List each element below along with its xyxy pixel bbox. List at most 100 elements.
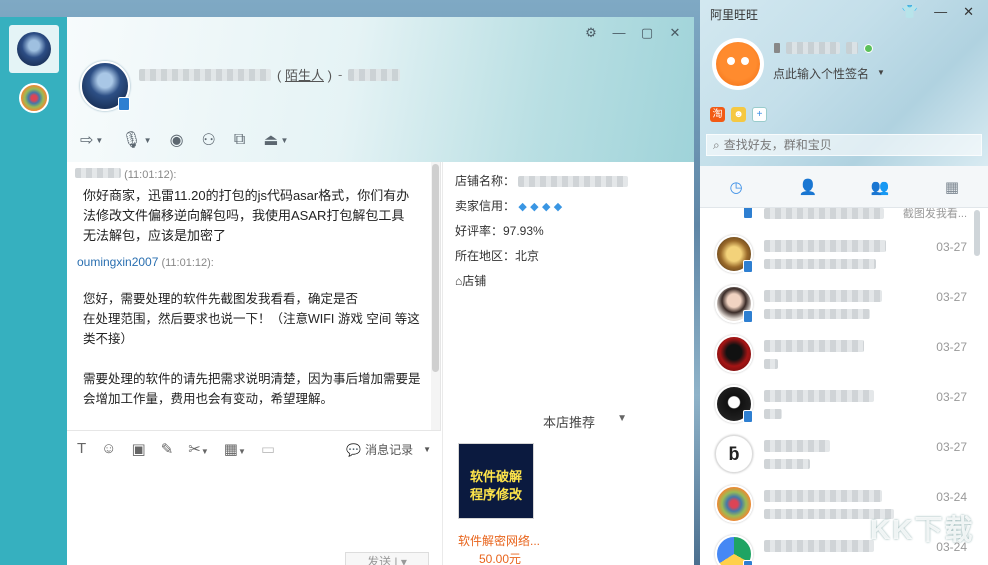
- stranger-link[interactable]: 陌生人: [285, 68, 324, 83]
- chevron-down-icon: ▼: [143, 135, 152, 145]
- minimize-icon[interactable]: —: [934, 4, 947, 20]
- taobao-icon[interactable]: 淘: [710, 107, 725, 122]
- contact-date: 03-27: [936, 290, 967, 304]
- settings-icon[interactable]: ⚙: [584, 25, 598, 41]
- product-name[interactable]: 软件解密网络...: [458, 532, 540, 549]
- chat-header: ⚙ — ▢ ✕ ( 陌生人 ) - ⇨ ▼ 🎙 ▼ ◉ ⚇ ⧉ ⏏ ▼: [67, 17, 694, 162]
- my-name-redacted: [786, 42, 840, 54]
- message-line: 类不接）: [83, 332, 134, 346]
- list-item[interactable]: 03-27: [700, 380, 980, 430]
- store-link[interactable]: ⌂店铺: [455, 272, 486, 289]
- contact-name-redacted: [764, 290, 882, 302]
- peer-name-redacted: [139, 68, 271, 81]
- table-icon[interactable]: ▦▼: [224, 440, 246, 458]
- close-icon[interactable]: ✕: [963, 4, 974, 20]
- peer-info: ( 陌生人 ) -: [139, 65, 401, 84]
- mascot-icon[interactable]: ☻: [731, 107, 746, 122]
- chat-toolbar: ⇨ ▼ 🎙 ▼ ◉ ⚇ ⧉ ⏏ ▼: [80, 130, 288, 150]
- message-preview: 截图发我看...: [902, 208, 967, 220]
- file-transfer-icon: ⇨: [80, 132, 94, 149]
- online-status-icon[interactable]: [864, 43, 873, 53]
- message-meta: (11:01:12):: [75, 168, 176, 181]
- list-item[interactable]: 03-27: [700, 280, 980, 330]
- my-avatar[interactable]: [712, 38, 764, 90]
- signature-text: 点此输入个性签名: [773, 67, 870, 81]
- tab-recent[interactable]: ◷: [700, 166, 772, 207]
- robot-icon: ⏏: [263, 132, 279, 149]
- avatar: [17, 32, 51, 66]
- screenshot-icon[interactable]: ✂▼: [188, 440, 209, 458]
- tab-groups[interactable]: 👥: [844, 166, 916, 207]
- edit-icon[interactable]: ✎: [161, 440, 174, 458]
- chat-window: ⚙ — ▢ ✕ ( 陌生人 ) - ⇨ ▼ 🎙 ▼ ◉ ⚇ ⧉ ⏏ ▼ (11:…: [0, 17, 694, 565]
- sticker-icon[interactable]: ▭: [261, 440, 275, 458]
- skin-icon[interactable]: 👕: [902, 4, 918, 20]
- contact-date: 03-27: [936, 340, 967, 354]
- watermark-logo: KK下载: [870, 514, 975, 545]
- diamond-icon: ◆: [518, 201, 527, 213]
- contact-date: 03-24: [936, 490, 967, 504]
- message-input[interactable]: [67, 466, 441, 565]
- diamond-icon: ◆: [553, 201, 563, 213]
- rating: 好评率：97.93%: [455, 224, 544, 238]
- region: 所在地区：北京: [455, 249, 540, 263]
- scrollbar-thumb[interactable]: [432, 164, 439, 372]
- list-item[interactable]: 截图发我看...: [700, 208, 980, 224]
- maximize-icon[interactable]: ▢: [640, 25, 654, 41]
- app-shortcuts: 淘 ☻ +: [710, 107, 767, 122]
- list-item[interactable]: 03-27: [700, 230, 980, 280]
- clock-icon: ◷: [729, 178, 743, 196]
- search-input[interactable]: ⌕ 查找好友，群和宝贝: [706, 134, 982, 156]
- signature-field[interactable]: 点此输入个性签名 ▼: [773, 65, 885, 82]
- rail-conversation[interactable]: [9, 74, 59, 122]
- message-line: 需要处理的软件的请先把需求说明清楚，因为事后增加需要是: [83, 372, 421, 386]
- shop-panel: 店铺名称： 卖家信用： ◆ ◆ ◆ ◆ 好评率：97.93% 所在地区：北京 ⌂…: [442, 162, 694, 565]
- message-body: 你好商家，迅雷11.20的打包的js代码asar格式，你们有办 法修改文件偏移逆…: [83, 186, 409, 246]
- send-button[interactable]: 发送 | ▾: [345, 552, 429, 565]
- message-line: 会增加工作量，费用也会有变动，希望理解。: [83, 392, 334, 406]
- record-button[interactable]: ◉: [170, 130, 184, 150]
- add-app-icon[interactable]: +: [752, 107, 767, 122]
- message-scrollbar[interactable]: [431, 162, 440, 430]
- message-history[interactable]: (11:01:12): 你好商家，迅雷11.20的打包的js代码asar格式，你…: [67, 162, 441, 430]
- sender-name[interactable]: oumingxin2007: [77, 255, 158, 269]
- transfer-file-button[interactable]: ⇨ ▼: [80, 130, 103, 150]
- dash: -: [337, 67, 343, 82]
- search-placeholder: 查找好友，群和宝贝: [723, 138, 832, 152]
- contact-name-redacted: [764, 208, 884, 219]
- list-item[interactable]: ƃ 03-27: [700, 430, 980, 480]
- message-preview-redacted: [764, 409, 782, 419]
- tab-contacts[interactable]: 👤: [772, 166, 844, 207]
- product-image[interactable]: 软件破解 程序修改: [458, 443, 534, 519]
- image-icon[interactable]: ▣: [132, 440, 146, 458]
- more-apps-button[interactable]: ⏏ ▼: [263, 130, 288, 150]
- minimize-icon[interactable]: —: [612, 25, 626, 41]
- font-icon[interactable]: T: [77, 440, 86, 457]
- tab-apps[interactable]: ▦: [916, 166, 988, 207]
- contact-name-redacted: [764, 540, 874, 552]
- voice-button[interactable]: 🎙 ▼: [121, 130, 151, 150]
- credit-label: 卖家信用：: [455, 199, 516, 213]
- shop-name-label: 店铺名称：: [455, 174, 516, 188]
- paren-close: ): [327, 68, 332, 83]
- recommend-header[interactable]: 本店推荐 ▼: [443, 412, 695, 431]
- remote-assist-button[interactable]: ⧉: [234, 131, 245, 149]
- contact-date: 03-27: [936, 390, 967, 404]
- history-button[interactable]: 💬 消息记录 ▼: [346, 441, 431, 458]
- contact-name-redacted: [764, 240, 886, 252]
- scrollbar-thumb[interactable]: [974, 210, 980, 256]
- chevron-down-icon: ▼: [95, 135, 104, 145]
- rail-conversation-active[interactable]: [9, 25, 59, 73]
- emoji-icon[interactable]: ☺: [101, 440, 116, 457]
- contact-name-redacted: [764, 490, 882, 502]
- app-title: 阿里旺旺: [710, 8, 759, 22]
- diamond-icon: ◆: [530, 201, 539, 213]
- chevron-down-icon: ▼: [877, 68, 885, 77]
- mobile-icon: [774, 43, 780, 53]
- avatar-image: [716, 42, 760, 86]
- close-icon[interactable]: ✕: [668, 25, 682, 41]
- add-user-icon: ⚇: [201, 132, 216, 149]
- avatar: [715, 485, 753, 523]
- add-contact-button[interactable]: ⚇: [202, 130, 216, 150]
- list-item[interactable]: 03-27: [700, 330, 980, 380]
